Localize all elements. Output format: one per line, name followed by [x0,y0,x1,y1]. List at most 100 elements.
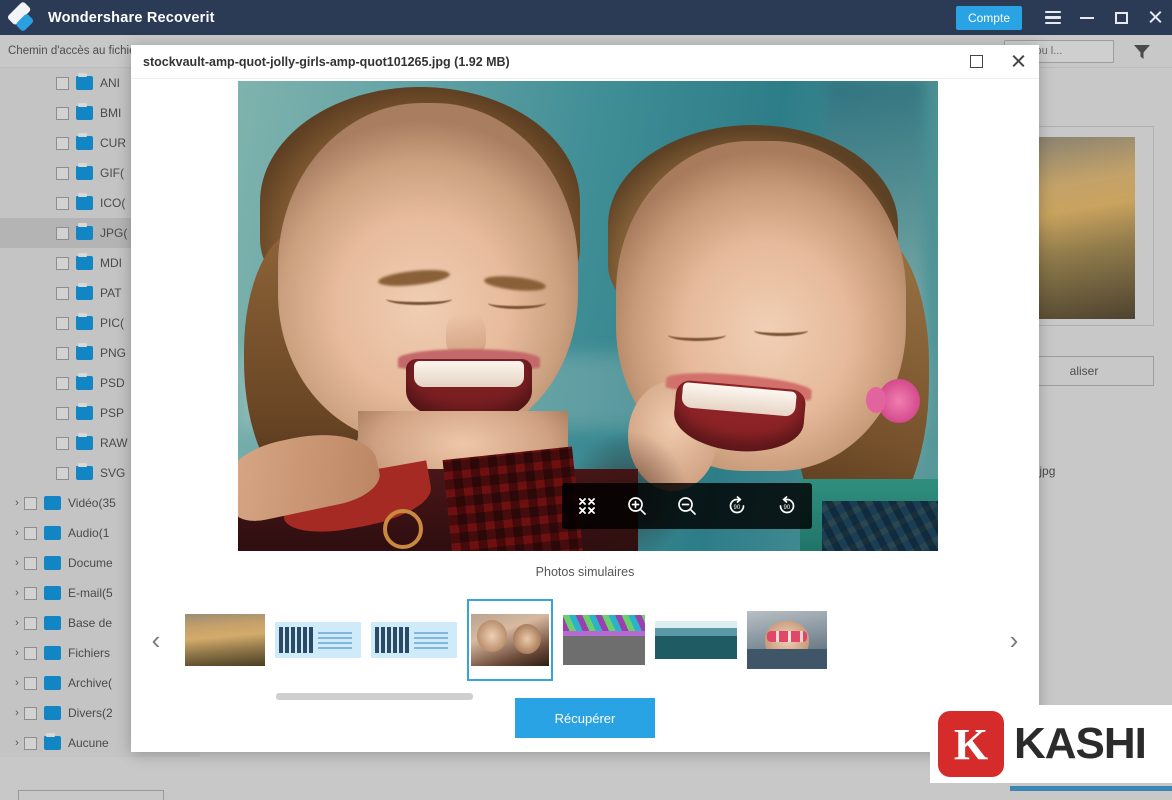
close-icon[interactable] [997,45,1039,79]
zoom-in-icon[interactable] [620,489,654,523]
sidebar-item-label: JPG( [100,226,127,240]
item-checkbox[interactable] [56,287,69,300]
sidebar-item-label: ICO( [100,196,125,210]
recover-button[interactable]: Récupérer [515,698,655,738]
chevron-right-icon[interactable]: › [10,497,24,509]
folder-icon [76,436,93,450]
thumb-stripes[interactable] [563,615,645,665]
item-checkbox[interactable] [56,137,69,150]
item-checkbox[interactable] [24,647,37,660]
chevron-right-icon[interactable]: › [10,557,24,569]
sidebar-item-label: PAT [100,286,122,300]
folder-icon [76,406,93,420]
folder-icon [76,346,93,360]
next-arrow-icon[interactable]: › [989,625,1039,656]
filter-icon[interactable] [1132,42,1152,62]
item-checkbox[interactable] [24,587,37,600]
file-path-label: Chemin d'accès au fichier [8,45,139,57]
folder-icon [76,196,93,210]
item-checkbox[interactable] [56,317,69,330]
fit-screen-icon[interactable] [570,489,604,523]
similar-photos-title: Photos simulaires [131,565,1039,579]
folder-icon [76,226,93,240]
image-preview-modal: stockvault-amp-quot-jolly-girls-amp-quot… [131,45,1039,752]
thumb-glasses[interactable] [747,611,827,669]
thumb-sunset[interactable] [185,614,265,666]
svg-text:90: 90 [784,505,791,511]
chevron-right-icon[interactable]: › [10,677,24,689]
preview-thumbnail-image [1035,137,1135,319]
preview-photo [238,81,938,551]
sidebar-item-label: SVG [100,466,125,480]
archive-icon [44,676,61,690]
item-checkbox[interactable] [24,737,37,750]
maximize-icon[interactable] [955,45,997,79]
item-checkbox[interactable] [56,377,69,390]
maximize-icon[interactable] [1104,0,1138,35]
thumbnail-scrollbar-thumb[interactable] [276,693,473,700]
minimize-icon[interactable] [1070,0,1104,35]
item-checkbox[interactable] [56,197,69,210]
account-button[interactable]: Compte [956,6,1022,30]
chevron-right-icon[interactable]: › [10,737,24,749]
sidebar-item-label: E-mail(5 [68,586,113,600]
chevron-right-icon[interactable]: › [10,527,24,539]
item-checkbox[interactable] [56,77,69,90]
thumb-teal[interactable] [655,621,737,659]
thumb-document-1[interactable] [275,622,361,658]
thumbnail-list [181,599,989,681]
folder-icon [76,106,93,120]
sidebar-item-label: PSP [100,406,124,420]
zoom-out-icon[interactable] [670,489,704,523]
watermark-text: KASHI [1014,719,1146,769]
sidebar-item-label: GIF( [100,166,124,180]
folder-icon [76,316,93,330]
misc-icon [44,706,61,720]
item-checkbox[interactable] [24,497,37,510]
item-checkbox[interactable] [56,227,69,240]
previous-button[interactable]: Précédent [18,790,164,800]
chevron-right-icon[interactable]: › [10,647,24,659]
item-checkbox[interactable] [56,407,69,420]
item-checkbox[interactable] [56,257,69,270]
document-icon [44,556,61,570]
audio-icon [44,526,61,540]
sidebar-item-label: Archive( [68,676,112,690]
title-bar-controls: Compte [956,0,1172,35]
watermark-badge: K [938,711,1004,777]
rotate-left-icon[interactable]: 90 [720,489,754,523]
menu-icon[interactable] [1036,0,1070,35]
sidebar-item-label: Divers(2 [68,706,113,720]
app-title: Wondershare Recoverit [48,10,215,26]
item-checkbox[interactable] [56,467,69,480]
chevron-right-icon[interactable]: › [10,617,24,629]
item-checkbox[interactable] [56,437,69,450]
sidebar-item-label: Fichiers [68,646,110,660]
item-checkbox[interactable] [56,347,69,360]
item-checkbox[interactable] [56,107,69,120]
modal-title: stockvault-amp-quot-jolly-girls-amp-quot… [143,55,510,69]
item-checkbox[interactable] [24,707,37,720]
item-checkbox[interactable] [24,617,37,630]
image-stage: 90 90 [238,81,938,551]
sidebar-item-label: MDI [100,256,122,270]
sidebar-item-label: RAW [100,436,128,450]
wondershare-logo-icon [5,0,42,36]
item-checkbox[interactable] [56,167,69,180]
sidebar-item-label: Vidéo(35 [68,496,116,510]
close-icon[interactable] [1138,0,1172,35]
chevron-right-icon[interactable]: › [10,707,24,719]
folder-icon [76,166,93,180]
thumb-document-2[interactable] [371,622,457,658]
prev-arrow-icon[interactable]: ‹ [131,625,181,656]
rotate-right-icon[interactable]: 90 [770,489,804,523]
folder-icon [44,736,61,750]
item-checkbox[interactable] [24,677,37,690]
item-checkbox[interactable] [24,527,37,540]
sidebar-item-label: PSD [100,376,125,390]
chevron-right-icon[interactable]: › [10,587,24,599]
title-bar: Wondershare Recoverit Compte [0,0,1172,35]
thumb-girls[interactable] [467,599,553,681]
item-checkbox[interactable] [24,557,37,570]
modal-header: stockvault-amp-quot-jolly-girls-amp-quot… [131,45,1039,79]
